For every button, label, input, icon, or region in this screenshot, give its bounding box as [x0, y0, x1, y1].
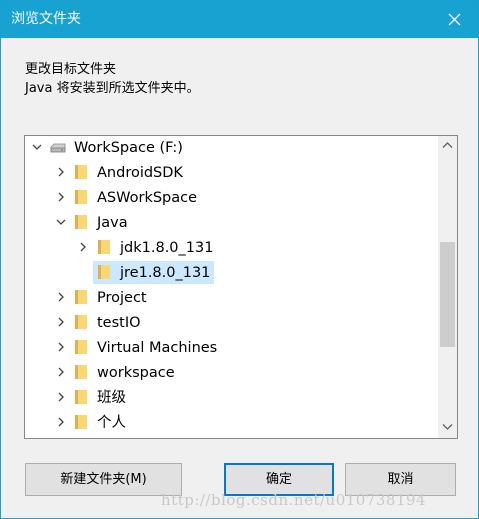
tree-item-label: Java [97, 215, 128, 231]
vertical-scrollbar[interactable] [438, 136, 457, 438]
close-button[interactable] [432, 1, 478, 38]
chevron-down-icon[interactable] [32, 142, 42, 152]
chevron-down-icon[interactable] [56, 217, 66, 227]
description: 更改目标文件夹 Java 将安装到所选文件夹中。 [25, 60, 200, 98]
chevron-right-icon[interactable] [56, 192, 66, 202]
title-bar[interactable]: 浏览文件夹 [1, 1, 478, 38]
tree-item[interactable]: 个人 [25, 410, 436, 435]
chevron-right-icon[interactable] [56, 392, 66, 402]
window-title: 浏览文件夹 [11, 11, 81, 27]
tree-item-label: Project [97, 290, 147, 306]
folder-icon [98, 240, 110, 254]
description-line-2: Java 将安装到所选文件夹中。 [25, 81, 200, 96]
folder-icon [98, 265, 110, 279]
folder-icon [75, 290, 87, 304]
scroll-down-arrow-icon[interactable] [442, 423, 453, 431]
tree-item[interactable]: Project [25, 285, 436, 310]
tree-item-label: 个人 [97, 415, 126, 431]
tree-item[interactable]: jre1.8.0_131 [25, 260, 436, 285]
scrollbar-thumb[interactable] [440, 242, 455, 347]
tree-item[interactable]: AndroidSDK [25, 160, 436, 185]
folder-icon [75, 390, 87, 404]
drive-icon [50, 143, 66, 153]
chevron-right-icon[interactable] [56, 167, 66, 177]
tree-item[interactable]: WorkSpace (F:) [25, 136, 436, 160]
tree-item[interactable]: workspace [25, 360, 436, 385]
chevron-right-icon[interactable] [56, 367, 66, 377]
chevron-right-icon[interactable] [56, 317, 66, 327]
new-folder-button[interactable]: 新建文件夹(M) [25, 463, 182, 496]
tree-item[interactable]: 班级 [25, 385, 436, 410]
tree-item-label: jdk1.8.0_131 [120, 240, 214, 256]
tree-item-label: ASWorkSpace [97, 190, 198, 206]
browse-folder-dialog: 浏览文件夹 更改目标文件夹 Java 将安装到所选文件夹中。 WorkSpace… [0, 0, 479, 519]
folder-icon [75, 215, 87, 229]
folder-icon [75, 165, 87, 179]
tree-item[interactable]: ASWorkSpace [25, 185, 436, 210]
tree-item-label: AndroidSDK [97, 165, 183, 181]
scroll-up-arrow-icon[interactable] [442, 141, 453, 149]
folder-icon [75, 315, 87, 329]
folder-icon [75, 340, 87, 354]
tree-item-label: Virtual Machines [97, 340, 218, 356]
chevron-right-icon[interactable] [78, 242, 88, 252]
folder-icon [75, 190, 87, 204]
chevron-right-icon[interactable] [56, 417, 66, 427]
tree-item-label: jre1.8.0_131 [120, 265, 211, 281]
watermark: http://blog.csdn.net/u010738194 [161, 491, 427, 509]
tree-item[interactable]: Java [25, 210, 436, 235]
chevron-right-icon[interactable] [56, 292, 66, 302]
folder-tree[interactable]: WorkSpace (F:) AndroidSDK ASWorkSpace Java j… [24, 135, 458, 439]
tree-item-label: testIO [97, 315, 141, 331]
tree-item[interactable]: Virtual Machines [25, 335, 436, 360]
folder-icon [75, 365, 87, 379]
tree-item-label: WorkSpace (F:) [74, 140, 183, 156]
chevron-right-icon[interactable] [56, 342, 66, 352]
tree-item[interactable]: jdk1.8.0_131 [25, 235, 436, 260]
tree-item[interactable]: testIO [25, 310, 436, 335]
tree-item-label: workspace [97, 365, 175, 381]
folder-icon [75, 415, 87, 429]
description-line-1: 更改目标文件夹 [25, 62, 117, 77]
close-icon [448, 13, 461, 26]
tree-item-label: 班级 [97, 390, 126, 406]
